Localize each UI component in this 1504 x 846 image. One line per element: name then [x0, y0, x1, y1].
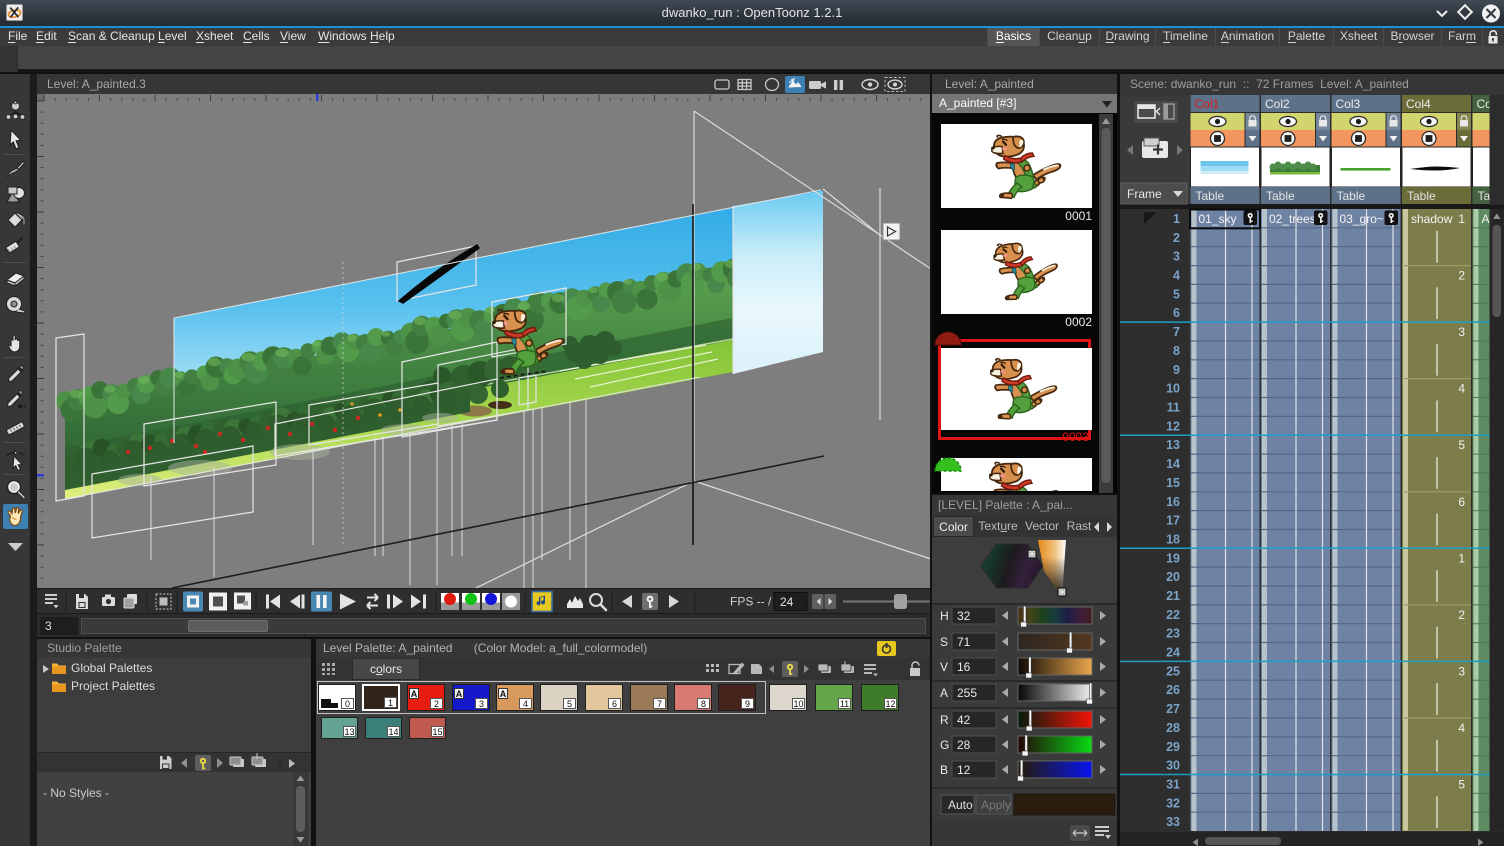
- svg-text:2: 2: [1173, 231, 1180, 245]
- svg-text:32: 32: [957, 609, 971, 623]
- svg-text:29: 29: [1166, 740, 1180, 754]
- svg-text:4: 4: [1458, 721, 1465, 735]
- svg-text:V: V: [940, 660, 948, 674]
- svg-text:33: 33: [1166, 815, 1180, 829]
- svg-text:28: 28: [957, 738, 971, 752]
- svg-text:6: 6: [1458, 495, 1465, 509]
- svg-text:01_sky: 01_sky: [1199, 212, 1237, 226]
- svg-text:16: 16: [1166, 495, 1180, 509]
- svg-text:Table: Table: [1196, 189, 1225, 203]
- svg-text:2: 2: [1458, 608, 1465, 622]
- svg-text:10: 10: [1166, 382, 1180, 396]
- svg-text:32: 32: [1166, 796, 1180, 810]
- svg-text:17: 17: [1166, 514, 1180, 528]
- svg-text:Col1: Col1: [1195, 97, 1220, 111]
- svg-text:20: 20: [1166, 570, 1180, 584]
- svg-text:FPS -- /: FPS -- /: [730, 595, 772, 609]
- svg-text:5: 5: [1458, 438, 1465, 452]
- svg-text:A: A: [940, 686, 948, 700]
- svg-text:3: 3: [1173, 250, 1180, 264]
- svg-text:3: 3: [1458, 664, 1465, 678]
- svg-text:18: 18: [1166, 533, 1180, 547]
- svg-text:24: 24: [1166, 646, 1180, 660]
- svg-text:8: 8: [1173, 344, 1180, 358]
- svg-text:9: 9: [1173, 363, 1180, 377]
- svg-text:Apply: Apply: [981, 798, 1011, 812]
- svg-text:H: H: [940, 609, 949, 623]
- svg-text:42: 42: [957, 713, 971, 727]
- svg-text:255: 255: [957, 686, 977, 700]
- svg-text:1: 1: [1458, 551, 1465, 565]
- svg-text:R: R: [940, 713, 949, 727]
- svg-text:22: 22: [1166, 608, 1180, 622]
- svg-text:23: 23: [1166, 627, 1180, 641]
- svg-text:03_gro~: 03_gro~: [1340, 212, 1384, 226]
- svg-text:30: 30: [1166, 759, 1180, 773]
- svg-text:3: 3: [1458, 325, 1465, 339]
- svg-text:12: 12: [1166, 419, 1180, 433]
- svg-text:1: 1: [1458, 212, 1465, 226]
- svg-text:26: 26: [1166, 683, 1180, 697]
- svg-text:B: B: [940, 763, 948, 777]
- svg-text:11: 11: [1167, 401, 1180, 415]
- svg-text:31: 31: [1166, 778, 1180, 792]
- svg-text:S: S: [940, 635, 948, 649]
- svg-text:24: 24: [780, 595, 794, 609]
- svg-text:71: 71: [957, 635, 971, 649]
- svg-text:Frame: Frame: [1127, 187, 1162, 201]
- svg-text:Table: Table: [1337, 189, 1366, 203]
- svg-text:2: 2: [1458, 269, 1465, 283]
- svg-text:G: G: [940, 738, 949, 752]
- svg-text:1: 1: [1173, 212, 1180, 226]
- svg-text:02_trees: 02_trees: [1269, 212, 1316, 226]
- svg-text:25: 25: [1166, 664, 1180, 678]
- svg-text:15: 15: [1166, 476, 1180, 490]
- svg-text:12: 12: [957, 763, 971, 777]
- svg-text:5: 5: [1173, 287, 1180, 301]
- svg-text:Table: Table: [1266, 189, 1295, 203]
- svg-text:Table: Table: [1407, 189, 1436, 203]
- svg-text:Col4: Col4: [1406, 97, 1431, 111]
- svg-text:4: 4: [1173, 269, 1180, 283]
- svg-text:6: 6: [1173, 306, 1180, 320]
- svg-text:13: 13: [1166, 438, 1180, 452]
- svg-text:5: 5: [1458, 778, 1465, 792]
- svg-text:4: 4: [1458, 382, 1465, 396]
- svg-text:27: 27: [1166, 702, 1180, 716]
- svg-text:Col2: Col2: [1265, 97, 1290, 111]
- svg-text:7: 7: [1173, 325, 1180, 339]
- svg-text:28: 28: [1166, 721, 1180, 735]
- svg-text:16: 16: [957, 660, 971, 674]
- svg-text:shadow: shadow: [1411, 212, 1453, 226]
- svg-text:19: 19: [1166, 551, 1180, 565]
- svg-text:14: 14: [1166, 457, 1180, 471]
- svg-text:21: 21: [1166, 589, 1180, 603]
- svg-text:Auto: Auto: [948, 798, 973, 812]
- svg-text:Col3: Col3: [1336, 97, 1361, 111]
